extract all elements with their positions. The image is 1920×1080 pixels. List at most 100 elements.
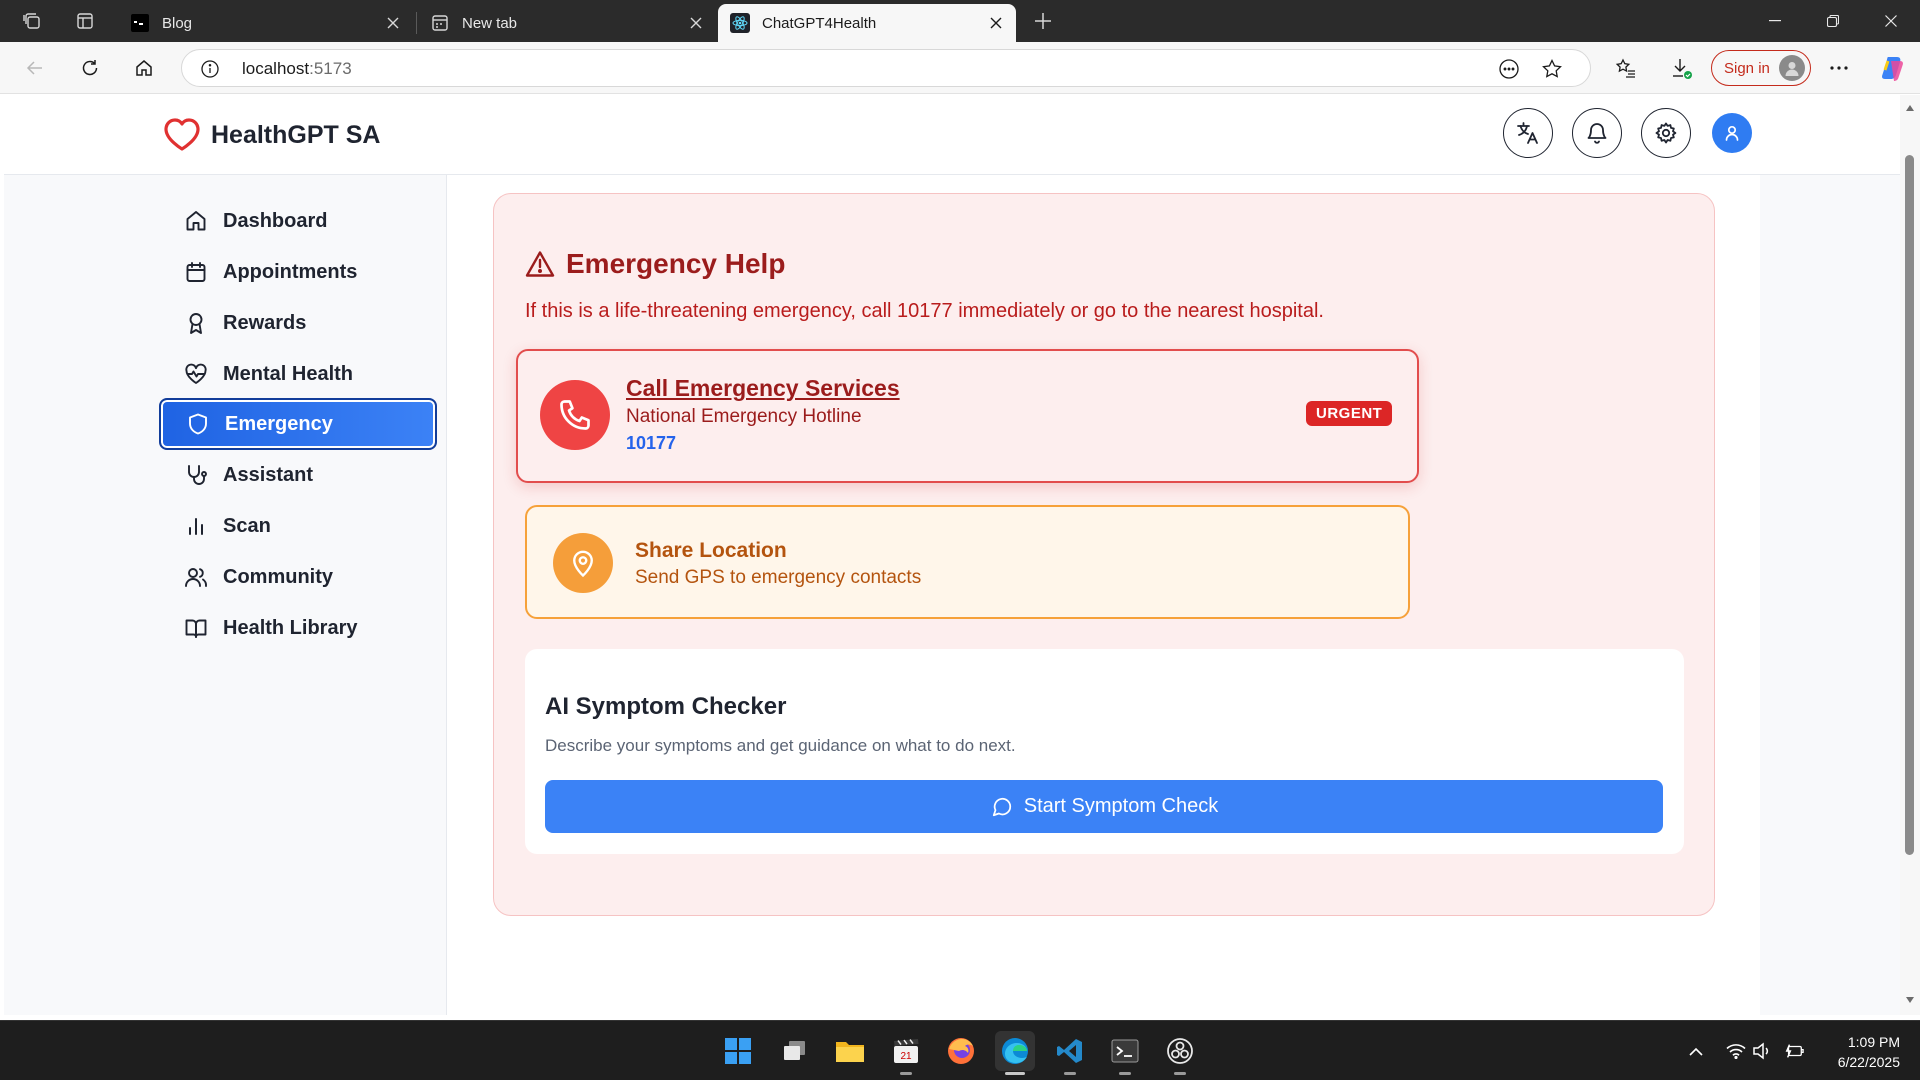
tab-new-tab[interactable]: New tab: [418, 4, 716, 42]
user-icon: [1723, 124, 1741, 142]
award-icon: [183, 310, 209, 336]
url-port: :5173: [309, 59, 352, 78]
refresh-icon[interactable]: [72, 51, 108, 85]
call-emergency-card[interactable]: Call Emergency Services National Emergen…: [516, 349, 1419, 483]
tab-title: New tab: [462, 14, 518, 32]
windows-start-icon[interactable]: [718, 1031, 758, 1071]
sidebar-item-label: Community: [223, 565, 333, 588]
speaker-icon[interactable]: [1752, 1041, 1772, 1061]
restore-window-icon[interactable]: [1804, 0, 1862, 42]
vscode-icon[interactable]: [1050, 1031, 1090, 1075]
stethoscope-icon: [183, 462, 209, 488]
notifications-button[interactable]: [1572, 108, 1622, 158]
home-icon[interactable]: [126, 51, 162, 85]
sidebar-item-label: Scan: [223, 514, 271, 537]
edge-icon[interactable]: [995, 1031, 1035, 1075]
running-indicator: [1119, 1072, 1131, 1075]
battery-charging-icon[interactable]: [1784, 1041, 1804, 1061]
warning-triangle-icon: [524, 248, 556, 280]
scrollbar-thumb[interactable]: [1905, 155, 1914, 855]
sidebar-item-scan[interactable]: Scan: [159, 500, 437, 552]
more-options-icon[interactable]: [1821, 51, 1857, 85]
scroll-down-arrow-icon[interactable]: [1905, 995, 1915, 1005]
sidebar-item-emergency[interactable]: Emergency: [159, 398, 437, 450]
task-view-icon[interactable]: [775, 1031, 815, 1071]
minimize-window-icon[interactable]: [1746, 0, 1804, 42]
close-tab-icon[interactable]: [982, 9, 1010, 37]
page-viewport: HealthGPT SA Dashboard Appointments Rewa…: [4, 95, 1900, 1015]
browser-tab-strip: Blog New tab ChatGPT4Health: [0, 0, 1920, 42]
bell-icon: [1585, 121, 1609, 145]
sidebar-item-community[interactable]: Community: [159, 551, 437, 603]
share-location-card[interactable]: Share Location Send GPS to emergency con…: [525, 505, 1410, 619]
settings-button[interactable]: [1641, 108, 1691, 158]
active-indicator: [1005, 1072, 1025, 1075]
running-indicator: [900, 1072, 912, 1075]
clapperboard-icon[interactable]: 21: [886, 1031, 926, 1075]
windows-taskbar: 21 1:09 PM 6/22/2025: [0, 1020, 1920, 1080]
favorites-icon[interactable]: [1608, 51, 1644, 85]
copilot-icon[interactable]: [1875, 51, 1911, 85]
sidebar-item-label: Emergency: [225, 412, 333, 435]
url-text: localhost:5173: [242, 59, 352, 79]
sidebar-item-health-library[interactable]: Health Library: [159, 602, 437, 654]
user-avatar-button[interactable]: [1712, 113, 1752, 153]
heart-logo-icon: [162, 115, 202, 155]
sidebar-item-mental-health[interactable]: Mental Health: [159, 348, 437, 400]
new-tab-favicon-icon: [430, 13, 450, 33]
sidebar-item-dashboard[interactable]: Dashboard: [159, 195, 437, 247]
sidebar-item-appointments[interactable]: Appointments: [159, 246, 437, 298]
sidebar-item-label: Rewards: [223, 311, 307, 334]
tab-blog[interactable]: Blog: [118, 4, 413, 42]
emergency-notice: If this is a life-threatening emergency,…: [525, 300, 1324, 322]
system-clock[interactable]: 1:09 PM 6/22/2025: [1820, 1032, 1900, 1072]
hotline-description: National Emergency Hotline: [626, 406, 862, 427]
sidebar-item-assistant[interactable]: Assistant: [159, 449, 437, 501]
url-host: localhost: [242, 59, 310, 78]
book-icon: [183, 615, 209, 641]
firefox-icon[interactable]: [941, 1031, 981, 1071]
sidebar: Dashboard Appointments Rewards Mental He…: [4, 175, 447, 1015]
terminal-icon[interactable]: [1105, 1031, 1145, 1075]
symptom-checker-card: AI Symptom Checker Describe your symptom…: [525, 649, 1684, 854]
close-tab-icon[interactable]: [379, 9, 407, 37]
running-indicator: [1174, 1072, 1186, 1075]
svg-text:21: 21: [900, 1051, 912, 1062]
workspaces-icon[interactable]: [18, 8, 46, 34]
symptom-checker-title: AI Symptom Checker: [545, 693, 787, 720]
address-bar[interactable]: localhost:5173: [181, 49, 1591, 87]
wifi-icon[interactable]: [1726, 1041, 1746, 1061]
page-actions-icon[interactable]: [1497, 57, 1521, 81]
bar-chart-icon: [183, 513, 209, 539]
main-content: Emergency Help If this is a life-threate…: [448, 175, 1760, 1015]
close-window-icon[interactable]: [1862, 0, 1920, 42]
new-tab-plus-icon[interactable]: [1029, 8, 1057, 34]
brand[interactable]: HealthGPT SA: [162, 115, 380, 155]
call-emergency-link[interactable]: Call Emergency Services: [626, 375, 900, 402]
tab-chatgpt4health[interactable]: ChatGPT4Health: [718, 4, 1016, 42]
urgent-badge: URGENT: [1306, 401, 1393, 426]
sidebar-item-rewards[interactable]: Rewards: [159, 297, 437, 349]
downloads-icon[interactable]: [1663, 51, 1699, 85]
app-header: HealthGPT SA: [4, 95, 1900, 175]
translate-icon: [1515, 120, 1541, 146]
sidebar-item-label: Assistant: [223, 463, 314, 486]
symptom-checker-description: Describe your symptoms and get guidance …: [545, 736, 1016, 755]
back-arrow-icon[interactable]: [17, 51, 53, 85]
file-explorer-icon[interactable]: [830, 1031, 870, 1071]
start-symptom-check-button[interactable]: Start Symptom Check: [545, 780, 1663, 833]
obs-icon[interactable]: [1160, 1031, 1200, 1075]
tab-separator: [416, 12, 417, 34]
running-indicator: [1064, 1072, 1076, 1075]
vertical-tabs-icon[interactable]: [71, 8, 99, 34]
favorite-star-icon[interactable]: [1540, 57, 1564, 81]
site-info-icon[interactable]: [200, 59, 220, 79]
blog-favicon-icon: [130, 13, 150, 33]
scroll-up-arrow-icon[interactable]: [1905, 103, 1915, 113]
sign-in-button[interactable]: Sign in: [1711, 50, 1811, 86]
close-tab-icon[interactable]: [682, 9, 710, 37]
translate-button[interactable]: [1503, 108, 1553, 158]
gear-icon: [1654, 121, 1678, 145]
chevron-up-icon[interactable]: [1686, 1041, 1706, 1061]
page-scrollbar[interactable]: [1900, 95, 1920, 1015]
